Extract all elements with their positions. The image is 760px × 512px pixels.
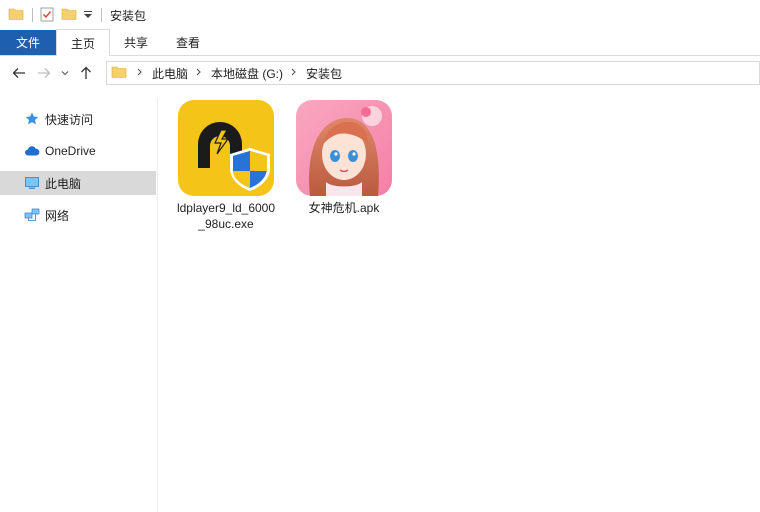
sidebar-item-quick-access[interactable]: 快速访问 [0, 107, 156, 131]
network-icon [24, 207, 40, 223]
sidebar-item-label: 快速访问 [45, 112, 94, 127]
tab-share[interactable]: 共享 [110, 30, 162, 55]
anime-girl-app-icon [296, 100, 392, 196]
address-bar[interactable]: 此电脑 本地磁盘 (G:) 安装包 [106, 61, 760, 85]
forward-arrow-icon[interactable] [33, 62, 55, 84]
ribbon-tabs: 文件 主页 共享 查看 [0, 29, 760, 56]
file-list: ldplayer9_ld_6000_98uc.exe 女神危机.apk [160, 90, 760, 512]
address-folder-icon [111, 64, 127, 83]
title-separator [32, 8, 33, 22]
breadcrumb-local-disk[interactable]: 本地磁盘 (G:) [211, 65, 283, 82]
tab-view[interactable]: 查看 [162, 30, 214, 55]
sidebar-item-label: OneDrive [45, 144, 96, 158]
properties-checkmark-icon[interactable] [39, 6, 55, 25]
window-title: 安装包 [110, 8, 147, 23]
up-arrow-icon[interactable] [75, 62, 97, 84]
navigation-pane: 快速访问 OneDrive 此电脑 网络 [0, 98, 158, 512]
sidebar-item-label: 此电脑 [45, 176, 82, 191]
title-separator-2 [101, 8, 102, 22]
chevron-right-icon[interactable] [291, 68, 297, 79]
title-bar: 安装包 [0, 0, 760, 30]
sidebar-item-onedrive[interactable]: OneDrive [0, 139, 156, 163]
sidebar-item-network[interactable]: 网络 [0, 203, 156, 227]
tab-file[interactable]: 文件 [0, 30, 56, 55]
navigation-row: 此电脑 本地磁盘 (G:) 安装包 [0, 56, 760, 90]
star-pin-icon [24, 111, 40, 127]
recent-locations-chevron-icon[interactable] [58, 62, 72, 84]
tab-home[interactable]: 主页 [56, 29, 111, 56]
computer-icon [24, 175, 40, 191]
cloud-icon [24, 143, 40, 159]
file-item-apk[interactable]: 女神危机.apk [292, 100, 396, 216]
file-name: ldplayer9_ld_6000_98uc.exe [176, 201, 276, 231]
back-arrow-icon[interactable] [8, 62, 30, 84]
new-folder-icon[interactable] [61, 6, 77, 25]
folder-icon [8, 6, 24, 25]
chevron-right-icon[interactable] [196, 68, 202, 79]
sidebar-item-this-pc[interactable]: 此电脑 [0, 171, 156, 195]
sidebar-item-label: 网络 [45, 208, 70, 223]
chevron-right-icon[interactable] [137, 68, 143, 79]
breadcrumb-this-pc[interactable]: 此电脑 [152, 65, 188, 82]
ldplayer-shield-icon [178, 100, 274, 196]
quick-access-dropdown-icon[interactable] [83, 6, 93, 25]
breadcrumb-installers[interactable]: 安装包 [306, 65, 342, 82]
file-item-ldplayer[interactable]: ldplayer9_ld_6000_98uc.exe [174, 100, 278, 232]
file-name: 女神危机.apk [308, 201, 380, 215]
